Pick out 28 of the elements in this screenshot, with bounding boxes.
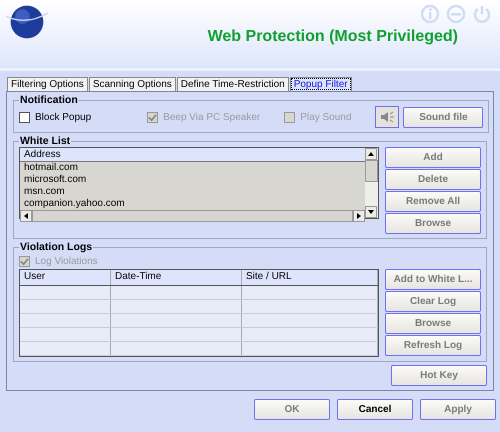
list-item[interactable]: companion.yahoo.com [20, 198, 365, 210]
left-arrow-icon[interactable] [23, 213, 29, 219]
group-title: Violation Logs [19, 241, 94, 253]
column-header[interactable]: Date-Time [111, 270, 242, 285]
tab[interactable]: Filtering Options [7, 77, 88, 91]
dialog-button[interactable]: Cancel [337, 399, 413, 420]
up-arrow-icon[interactable] [368, 151, 374, 157]
horizontal-scrollbar[interactable] [20, 210, 365, 222]
vertical-scrollbar[interactable] [365, 148, 378, 218]
column-header: Address [20, 148, 365, 162]
speaker-icon [379, 109, 396, 125]
column-header[interactable]: Site / URL [242, 270, 378, 285]
speaker-button[interactable] [375, 106, 400, 128]
column-header[interactable]: User [20, 270, 111, 285]
tab[interactable]: Define Time-Restriction [176, 77, 289, 91]
tab[interactable]: Popup Filter [290, 77, 352, 91]
window-title: Web Protection (Most Privileged) [208, 28, 458, 46]
right-arrow-icon[interactable] [356, 213, 362, 219]
checkmark-icon [20, 256, 29, 266]
tab[interactable]: Scanning Options [88, 77, 176, 91]
list-item[interactable]: microsoft.com [20, 174, 365, 186]
group-title: White List [19, 135, 72, 147]
down-arrow-icon[interactable] [368, 209, 374, 215]
group-title: Notification [19, 94, 79, 106]
list-item[interactable]: hotmail.com [20, 162, 365, 174]
checkbox-option[interactable]: Block Popup [19, 109, 92, 125]
checkmark-icon [148, 112, 158, 122]
list-item[interactable]: msn.com [20, 186, 365, 198]
